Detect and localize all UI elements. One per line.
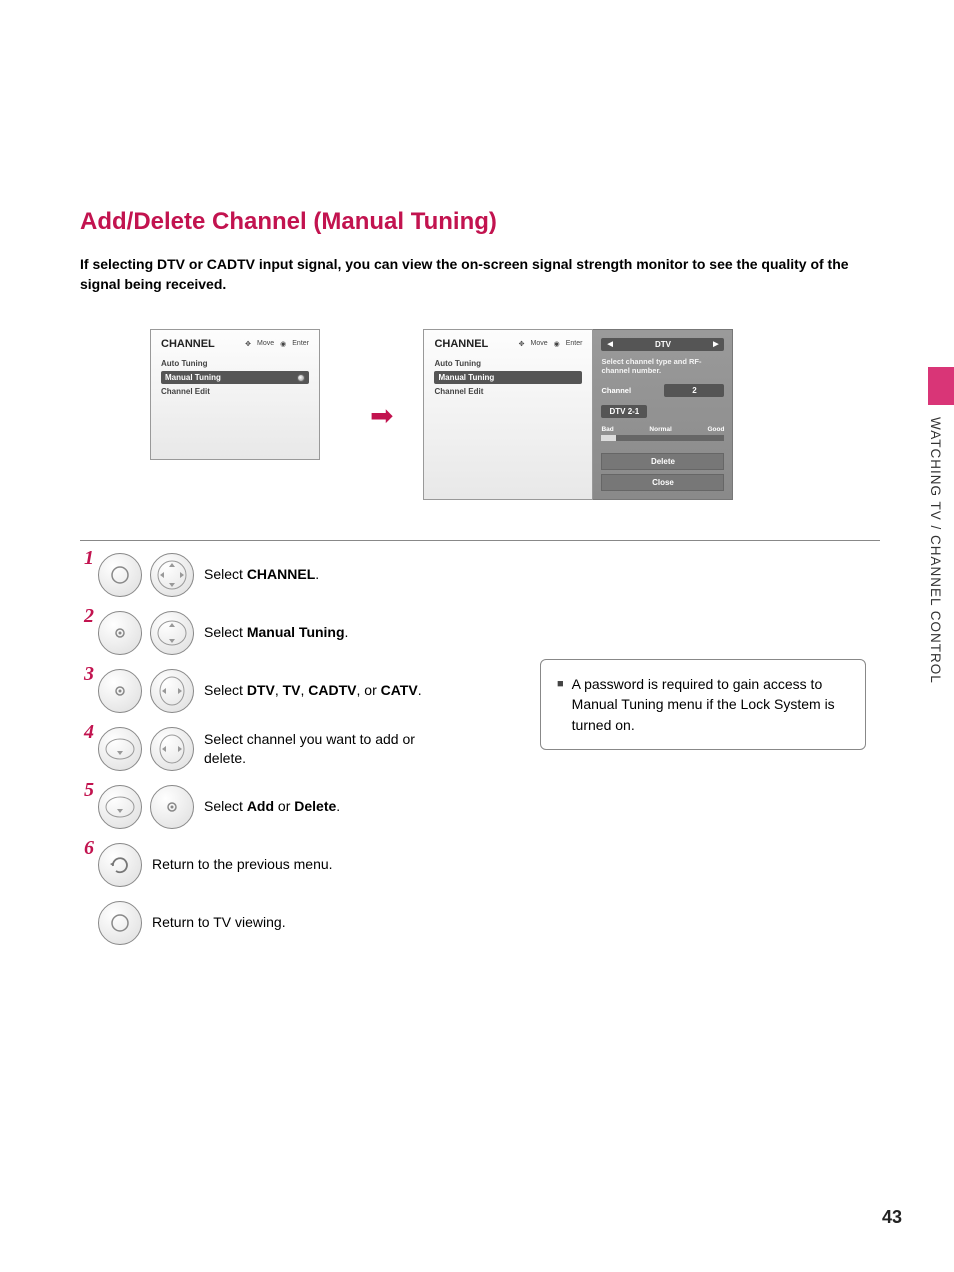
signal-type-selector: ◀ DTV ▶: [601, 338, 724, 351]
remote-dpad-updown-icon: [150, 611, 194, 655]
step-6: 6 Return to the previous menu.: [80, 843, 880, 887]
menu-illustration-row: CHANNEL ✥Move ◉Enter Auto Tuning Manual …: [150, 329, 880, 501]
panel-help-text: Select channel type and RF-channel numbe…: [601, 357, 724, 377]
remote-enter-button-icon: [150, 785, 194, 829]
osd-item-auto-tuning: Auto Tuning: [434, 356, 582, 371]
side-tab: WATCHING TV / CHANNEL CONTROL: [928, 367, 954, 707]
found-channel-chip: DTV 2-1: [601, 405, 647, 418]
osd-item-manual-tuning: Manual Tuning: [434, 371, 582, 384]
selection-dot-icon: [297, 374, 305, 382]
step-text: Select channel you want to add or delete…: [204, 730, 444, 769]
osd-item-channel-edit: Channel Edit: [434, 384, 582, 399]
manual-tuning-panel: ◀ DTV ▶ Select channel type and RF-chann…: [593, 329, 733, 501]
remote-dpad-leftright-icon: [150, 669, 194, 713]
remote-enter-button-icon: [98, 611, 142, 655]
step-number: 5: [84, 779, 94, 802]
step-2: 2 Select Manual Tuning.: [80, 611, 880, 655]
remote-menu-button-icon: [98, 553, 142, 597]
remote-menu-button-icon: [98, 901, 142, 945]
remote-return-button-icon: [98, 843, 142, 887]
step-text: Select Manual Tuning.: [204, 623, 348, 643]
remote-enter-button-icon: [98, 669, 142, 713]
step-text: Select CHANNEL.: [204, 565, 319, 585]
step-4: 4 Select channel you want to add or dele…: [80, 727, 880, 771]
meter-bad: Bad: [601, 426, 613, 433]
step-text: Select Add or Delete.: [204, 797, 340, 817]
intro-text: If selecting DTV or CADTV input signal, …: [80, 254, 880, 295]
channel-row: Channel 2: [601, 384, 724, 397]
meter-normal: Normal: [649, 426, 671, 433]
channel-label: Channel: [601, 386, 631, 395]
hint-move: Move: [257, 340, 274, 347]
channel-value: 2: [664, 384, 724, 397]
osd-title: CHANNEL: [161, 338, 215, 350]
step-number: 2: [84, 605, 94, 628]
osd-item-manual-tuning: Manual Tuning: [161, 371, 309, 384]
osd-hints: ✥Move ◉Enter: [519, 340, 583, 348]
step-5: 5 Select Add or Delete.: [80, 785, 880, 829]
signal-meter: [601, 435, 724, 441]
step-number: 4: [84, 721, 94, 744]
remote-dpad-down-icon: [98, 785, 142, 829]
step-text: Return to TV viewing.: [152, 913, 286, 933]
step-number: 3: [84, 663, 94, 686]
note-text: A password is required to gain access to…: [572, 674, 849, 735]
hint-enter: Enter: [566, 340, 583, 347]
step-text: Select DTV, TV, CADTV, or CATV.: [204, 681, 422, 701]
page-number: 43: [882, 1207, 902, 1228]
side-tab-accent: [928, 367, 954, 405]
remote-dpad-down-icon: [98, 727, 142, 771]
step-1: 1 Select CHANNEL.: [80, 553, 880, 597]
page-title: Add/Delete Channel (Manual Tuning): [80, 208, 880, 236]
osd-item-label: Manual Tuning: [165, 373, 221, 382]
remote-dpad-leftright-icon: [150, 727, 194, 771]
osd-menu-left: CHANNEL ✥Move ◉Enter Auto Tuning Manual …: [150, 329, 320, 460]
page-content: Add/Delete Channel (Manual Tuning) If se…: [80, 208, 880, 959]
triangle-left-icon: ◀: [607, 340, 612, 348]
hint-move: Move: [531, 340, 548, 347]
steps-list: 1 Select CHANNEL. 2: [80, 553, 880, 945]
delete-button: Delete: [601, 453, 724, 470]
remote-dpad-full-icon: [150, 553, 194, 597]
divider: [80, 540, 880, 541]
triangle-right-icon: ▶: [713, 340, 718, 348]
osd-menu-expanded: CHANNEL ✥Move ◉Enter Auto Tuning Manual …: [423, 329, 733, 501]
step-number: 1: [84, 547, 94, 570]
osd-item-channel-edit: Channel Edit: [161, 384, 309, 399]
side-tab-label: WATCHING TV / CHANNEL CONTROL: [928, 405, 943, 684]
hint-enter: Enter: [292, 340, 309, 347]
step-7: Return to TV viewing.: [80, 901, 880, 945]
meter-good: Good: [708, 426, 725, 433]
step-text: Return to the previous menu.: [152, 855, 333, 875]
osd-item-auto-tuning: Auto Tuning: [161, 356, 309, 371]
osd-item-label: Manual Tuning: [438, 373, 494, 382]
osd-hints: ✥Move ◉Enter: [245, 340, 309, 348]
osd-title: CHANNEL: [434, 338, 488, 350]
close-button: Close: [601, 474, 724, 491]
arrow-right-icon: ➡: [370, 399, 393, 432]
signal-meter-labels: Bad Normal Good: [601, 426, 724, 433]
step-number: 6: [84, 837, 94, 860]
signal-type-value: DTV: [655, 340, 671, 349]
